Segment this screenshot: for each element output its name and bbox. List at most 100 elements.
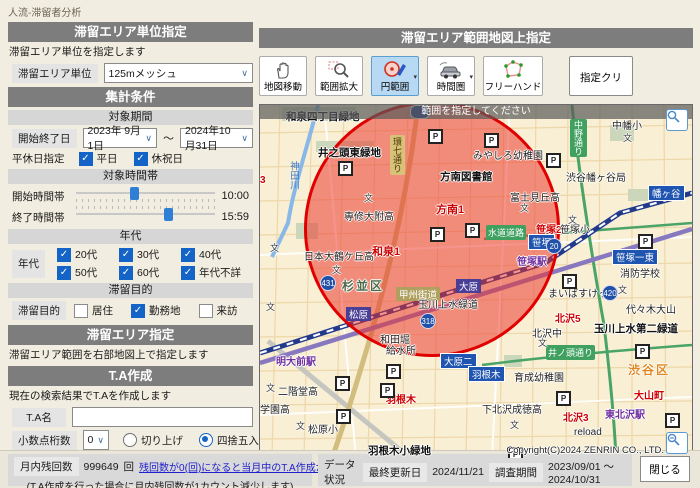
school-icon: 文 — [266, 381, 275, 394]
checkbox-icon[interactable]: ✓ — [57, 266, 71, 280]
checkbox-icon[interactable]: ✓ — [79, 152, 93, 166]
subheader-time: 対象時間帯 — [8, 169, 253, 184]
section-header-unit: 滞留エリア単位指定 — [8, 22, 253, 42]
checkbox-50代[interactable]: ✓ 50代 — [57, 265, 119, 280]
checkbox-label: 来訪 — [217, 303, 238, 318]
start-end-label: 開始終了日 — [12, 129, 77, 148]
map-label: 大山町 — [634, 387, 664, 402]
tool-label: 時間圏 — [437, 81, 466, 94]
chevron-down-icon: ∨ — [141, 133, 152, 144]
chevron-down-icon: ∨ — [93, 435, 104, 446]
map-label: 方南1 — [436, 201, 464, 217]
round-half-radio[interactable]: 四捨五入 — [199, 433, 259, 448]
map-label: 笹塚駅 — [517, 253, 547, 268]
checkbox-icon[interactable]: ✓ — [57, 248, 71, 262]
map-label: 北沢3 — [563, 409, 589, 424]
remaining-count-value: 999649 — [84, 461, 119, 473]
map-label: 中野通り — [570, 119, 587, 157]
map-canvas[interactable]: 和泉四丁目緑地井之頭東緑地神田川3みやしろ幼稚園方南図書館方南1専修大附高日本大… — [259, 104, 693, 459]
parking-icon: P — [638, 234, 653, 249]
end-time-slider-thumb[interactable] — [164, 208, 173, 221]
checkbox-label: 居住 — [92, 303, 113, 318]
start-time-slider[interactable] — [76, 187, 216, 205]
start-date-value: 2023年 9月 1日 — [88, 123, 142, 153]
parking-icon: P — [665, 413, 680, 428]
parking-icon: P — [335, 376, 350, 391]
tool-円範囲[interactable]: 円範囲▾ — [371, 56, 419, 96]
checkbox-60代[interactable]: ✓60代 — [119, 265, 181, 280]
checkbox-label: 50代 — [75, 265, 97, 280]
radio-icon[interactable] — [123, 433, 137, 447]
checkbox-勤務地[interactable]: ✓勤務地 — [131, 303, 181, 318]
map-label: 大原 — [456, 279, 481, 293]
checkbox-40代[interactable]: ✓40代 — [181, 247, 251, 262]
end-date-select[interactable]: 2024年10月31日 ∨ — [180, 128, 253, 148]
tool-フリーハンド[interactable]: フリーハンド — [483, 56, 543, 96]
clear-selection-button[interactable]: 指定クリア — [569, 56, 633, 96]
weekday-spec-label: 平休日指定 — [12, 151, 65, 166]
map-label: 318 — [420, 313, 436, 329]
map-label: 和泉1 — [372, 243, 400, 259]
dropdown-arrow-icon[interactable]: ▾ — [469, 73, 473, 81]
checkbox-icon[interactable]: ✓ — [181, 248, 195, 262]
parking-icon: P — [386, 364, 401, 379]
parking-icon: P — [484, 133, 499, 148]
survey-period-value: 2023/09/01 ～ 2024/10/31 — [548, 459, 626, 486]
school-icon: 文 — [266, 300, 275, 313]
tool-範囲拡大[interactable]: 範囲拡大 — [315, 56, 363, 96]
dropdown-arrow-icon[interactable]: ▾ — [413, 73, 417, 81]
map-label: 420 — [602, 285, 618, 301]
last-update-label: 最終更新日 — [363, 463, 428, 482]
checkbox-年代不詳[interactable]: ✓年代不詳 — [181, 265, 251, 280]
school-icon: 文 — [510, 418, 519, 431]
parking-icon: P — [428, 129, 443, 144]
end-time-slider[interactable] — [76, 208, 216, 226]
checkbox-居住[interactable]: 居住 — [74, 303, 113, 318]
map-label: 幡ヶ谷 — [648, 185, 685, 201]
ta-name-input[interactable] — [72, 407, 253, 427]
magnifier-icon — [667, 110, 680, 123]
parking-icon: P — [465, 223, 480, 238]
tool-地図移動[interactable]: 地図移動 — [259, 56, 307, 96]
map-zoom-out-button[interactable] — [666, 432, 688, 454]
checkbox-icon[interactable]: ✓ — [134, 152, 148, 166]
decimal-digits-select[interactable]: 0 ∨ — [83, 430, 109, 450]
map-zoom-in-button[interactable] — [666, 109, 688, 131]
round-up-radio[interactable]: 切り上げ — [123, 433, 183, 448]
start-time-slider-thumb[interactable] — [130, 187, 139, 200]
close-button[interactable]: 閉じる — [640, 456, 690, 482]
tool-label: 地図移動 — [264, 81, 302, 94]
checkbox-icon[interactable]: ✓ — [181, 266, 195, 280]
checkbox-休祝日[interactable]: ✓休祝日 — [134, 151, 184, 166]
parking-icon: P — [380, 383, 395, 398]
parking-icon: P — [430, 227, 445, 242]
chevron-down-icon: ∨ — [237, 68, 248, 79]
school-icon: 文 — [364, 191, 373, 204]
map-instruction-tooltip: 範囲を指定してください — [260, 105, 692, 119]
checkbox-icon[interactable]: ✓ — [119, 266, 133, 280]
checkbox-平日[interactable]: ✓平日 — [79, 151, 118, 166]
checkbox-icon[interactable]: ✓ — [131, 304, 145, 318]
tool-時間圏[interactable]: 時間圏▾ — [427, 56, 475, 96]
map-label: 玉川上水緑道 — [418, 296, 478, 311]
checkbox-icon[interactable] — [74, 304, 88, 318]
start-date-select[interactable]: 2023年 9月 1日 ∨ — [83, 128, 158, 148]
checkbox-icon[interactable] — [199, 304, 213, 318]
checkbox-icon[interactable]: ✓ — [119, 248, 133, 262]
school-icon: 文 — [568, 213, 577, 226]
map-label: 環七通り — [390, 135, 405, 175]
mesh-unit-select[interactable]: 125mメッシュ ∨ — [104, 63, 254, 83]
people-flow-analysis-window: 人流-滞留者分析 滞留エリア単位指定 滞留エリア単位を指定します 滞留エリア単位… — [0, 0, 700, 488]
map-label: 二階堂高 — [278, 383, 318, 398]
checkbox-来訪[interactable]: 来訪 — [199, 303, 238, 318]
car-icon — [438, 59, 464, 81]
section-header-conditions: 集計条件 — [8, 87, 253, 107]
radio-icon[interactable] — [199, 433, 213, 447]
checkbox-20代[interactable]: ✓20代 — [57, 247, 119, 262]
map-label: 明大前駅 — [276, 353, 316, 368]
parking-icon: P — [336, 409, 351, 424]
left-panel: 滞留エリア単位指定 滞留エリア単位を指定します 滞留エリア単位 125mメッシュ… — [8, 22, 253, 476]
checkbox-30代[interactable]: ✓30代 — [119, 247, 181, 262]
chevron-down-icon: ∨ — [237, 133, 248, 144]
parking-icon: P — [556, 391, 571, 406]
